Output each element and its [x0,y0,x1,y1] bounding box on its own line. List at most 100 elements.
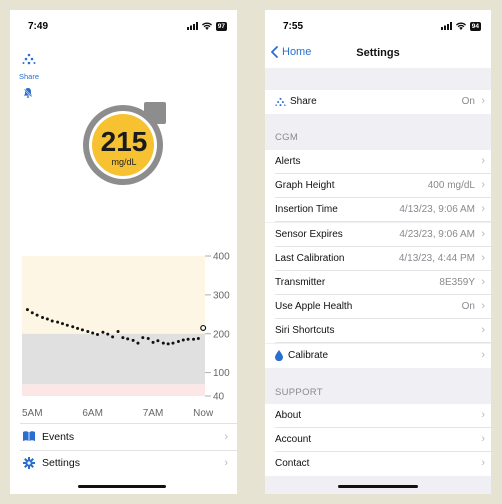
settings-row-value: 4/13/23, 9:06 AM [399,204,475,216]
settings-row-last-calibration[interactable]: Last Calibration 4/13/23, 4:44 PM › [265,246,491,271]
chevron-right-icon: › [481,227,485,240]
settings-row[interactable]: Settings › [10,450,237,476]
settings-label: Settings [42,457,80,469]
chevron-right-icon: › [481,95,485,107]
wifi-icon [455,22,466,30]
status-bar: 7:49 97 [10,10,237,36]
share-button[interactable]: Share [17,52,41,81]
settings-row-label: Transmitter [275,277,326,288]
glucose-point [192,337,196,341]
share-icon [275,97,286,107]
glucose-point [30,311,34,315]
alerts-muted-button[interactable] [22,86,34,104]
glucose-point [126,337,130,341]
settings-row-account[interactable]: Account › [265,428,491,453]
glucose-point [166,342,170,346]
events-row[interactable]: Events › [10,424,237,450]
glucose-point [50,319,54,323]
settings-row-transmitter[interactable]: Transmitter 8E359Y › [265,271,491,295]
page-title: Settings [356,47,400,59]
settings-row-use-apple-health[interactable]: Use Apple Health On › [265,295,491,320]
y-tick-label: 40 [213,392,225,403]
settings-row-label: About [275,410,302,421]
glucose-point [151,340,155,344]
settings-row-value: 4/13/23, 4:44 PM [398,252,475,264]
chevron-right-icon: › [481,251,485,264]
glucose-point [91,331,95,335]
glucose-point [25,308,29,312]
glucose-point [176,340,180,344]
glucose-point [106,332,110,336]
glucose-point [101,330,105,334]
settings-row-value: 400 mg/dL [427,180,475,192]
glucose-point [196,336,200,340]
settings-row-insertion-time[interactable]: Insertion Time 4/13/23, 9:06 AM › [265,198,491,223]
status-time: 7:49 [28,21,49,32]
glucose-value: 215 [100,126,148,157]
glucose-point [156,339,160,343]
glucose-point [76,326,80,330]
chevron-right-icon: › [481,203,485,216]
glucose-chart: 400 300 200 100 40 5AM 6AM 7AM Now [22,252,230,420]
glucose-point [131,338,135,342]
settings-row-label: Insertion Time [275,204,338,216]
glucose-point [95,333,99,337]
signal-icon [440,22,452,30]
y-tick-label: 400 [213,252,230,263]
support-section-header: SUPPORT [275,387,323,398]
home-indicator[interactable] [78,485,166,488]
chevron-right-icon: › [481,300,485,313]
chevron-right-icon: › [481,433,485,446]
glucose-point [111,335,115,339]
signal-icon [186,22,198,30]
battery-level: 94 [469,21,481,31]
high-range-zone [22,256,205,334]
settings-row-alerts[interactable]: Alerts › [265,150,491,174]
settings-row-sensor-expires[interactable]: Sensor Expires 4/23/23, 9:06 AM › [265,222,491,247]
settings-row-graph-height[interactable]: Graph Height 400 mg/dL › [265,174,491,199]
glucose-point [35,313,39,317]
share-value: On [461,96,475,107]
wifi-icon [201,22,212,30]
settings-row-calibrate[interactable]: Calibrate › [265,343,491,368]
settings-row-label: Use Apple Health [275,301,353,313]
drop-icon [275,349,283,361]
glucose-point [71,325,75,329]
home-screen: 7:49 97 Share 215 mg/dL 400 300 200 100 40 5A… [10,10,237,494]
glucose-point [41,315,45,319]
glucose-point [146,336,150,340]
glucose-point [56,320,60,324]
settings-row-label: Alerts [275,156,301,167]
glucose-unit: mg/dL [111,157,137,167]
chevron-right-icon: › [481,324,485,337]
chevron-right-icon: › [481,155,485,167]
glucose-point [86,329,90,333]
book-icon [23,431,35,441]
share-row[interactable]: Share On › [265,90,491,114]
trend-arrow-corner [144,102,166,124]
settings-row-label: Sensor Expires [275,228,343,240]
chevron-right-icon: › [481,348,485,361]
status-icons: 97 [186,21,227,31]
settings-row-label: Contact [275,458,310,470]
y-tick-label: 100 [213,368,230,379]
settings-row-contact[interactable]: Contact › [265,452,491,477]
glucose-point [141,336,145,340]
y-tick-label: 200 [213,329,230,340]
settings-row-about[interactable]: About › [265,404,491,428]
share-icon [22,53,36,65]
current-glucose-point [200,324,207,331]
glucose-point [121,336,125,340]
x-tick-label: 7AM [143,408,164,419]
glucose-point [65,323,69,327]
low-range-zone [22,384,205,396]
events-label: Events [42,431,75,443]
chevron-right-icon: › [224,431,228,443]
status-time: 7:55 [283,21,304,32]
settings-row-label: Last Calibration [275,252,345,264]
home-indicator[interactable] [338,485,418,488]
glucose-point [181,338,185,342]
settings-row-siri-shortcuts[interactable]: Siri Shortcuts › [265,319,491,344]
settings-row-value: 8E359Y [439,277,475,288]
gear-icon [23,457,35,469]
